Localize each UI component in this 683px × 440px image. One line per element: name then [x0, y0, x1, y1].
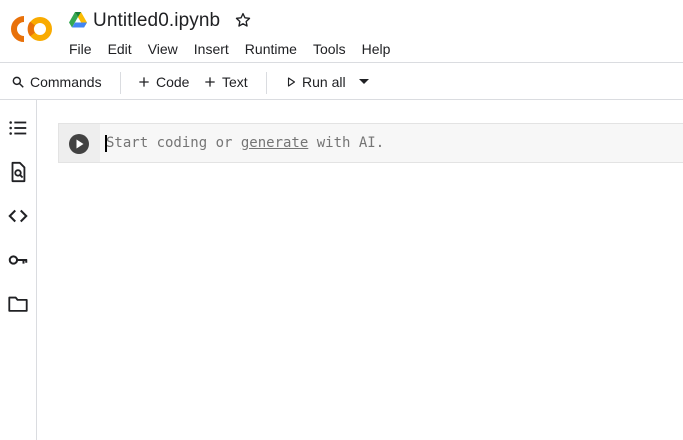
find-icon[interactable]	[7, 161, 29, 183]
toolbar-divider	[266, 72, 267, 94]
header: CO Untitled0.ipynb File Edit View Insert…	[0, 0, 683, 63]
toc-icon[interactable]	[7, 117, 29, 139]
toolbar-divider	[120, 72, 121, 94]
code-cell[interactable]: Start coding or generate with AI.	[58, 123, 683, 163]
menu-runtime[interactable]: Runtime	[237, 39, 305, 59]
files-folder-icon[interactable]	[7, 293, 29, 315]
code-input[interactable]: Start coding or generate with AI.	[105, 124, 683, 162]
menu-edit[interactable]: Edit	[100, 39, 140, 59]
plus-icon	[205, 77, 215, 87]
colab-window: CO Untitled0.ipynb File Edit View Insert…	[0, 0, 683, 440]
text-cursor	[105, 135, 107, 152]
add-code-button[interactable]: Code	[137, 71, 189, 93]
placeholder-text-end: with AI.	[308, 135, 385, 151]
plus-icon	[139, 77, 149, 87]
run-cell-button[interactable]	[69, 134, 89, 154]
play-outline-icon	[287, 77, 296, 87]
run-all-dropdown-icon[interactable]	[358, 78, 370, 86]
add-text-label: Text	[222, 74, 248, 90]
add-text-button[interactable]: Text	[203, 71, 248, 93]
left-sidebar	[0, 100, 37, 440]
code-snippets-icon[interactable]	[7, 205, 29, 227]
run-all-button[interactable]: Run all	[285, 71, 346, 93]
add-code-label: Code	[156, 74, 190, 90]
toolbar: Commands Code Text Run all	[0, 64, 683, 100]
secrets-key-icon[interactable]	[7, 249, 29, 271]
generate-link[interactable]: generate	[241, 135, 308, 151]
search-icon	[12, 76, 24, 88]
menu-tools[interactable]: Tools	[305, 39, 354, 59]
commands-button[interactable]: Commands	[11, 71, 102, 93]
notebook-title[interactable]: Untitled0.ipynb	[93, 10, 220, 32]
colab-logo[interactable]	[10, 15, 54, 43]
star-icon[interactable]	[234, 11, 252, 29]
run-all-label: Run all	[302, 74, 346, 90]
commands-label: Commands	[30, 74, 102, 90]
menu-view[interactable]: View	[140, 39, 186, 59]
placeholder-text: Start coding or	[106, 135, 241, 151]
menu-bar: File Edit View Insert Runtime Tools Help	[61, 39, 398, 59]
menu-help[interactable]: Help	[354, 39, 399, 59]
google-drive-icon[interactable]	[69, 12, 87, 28]
menu-file[interactable]: File	[61, 39, 100, 59]
menu-insert[interactable]: Insert	[186, 39, 237, 59]
